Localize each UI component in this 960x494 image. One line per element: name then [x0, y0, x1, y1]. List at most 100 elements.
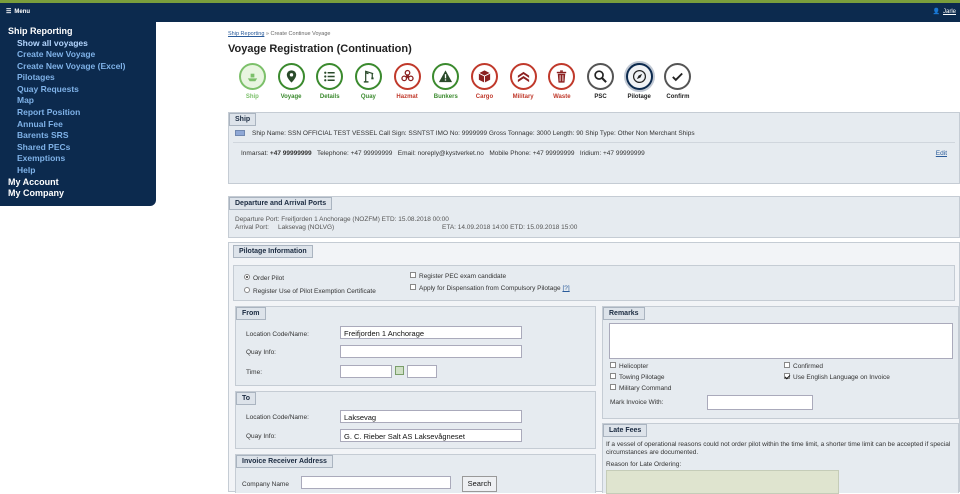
sidebar-item-exemptions[interactable]: Exemptions	[8, 153, 156, 165]
ship-edit-link[interactable]: Edit	[936, 150, 947, 157]
step-label: Voyage	[280, 94, 302, 100]
breadcrumb-current: Create Continue Voyage	[270, 31, 331, 37]
step-hazmat[interactable]: Hazmat	[388, 63, 427, 100]
step-military[interactable]: Military	[504, 63, 543, 100]
sidebar-item-map[interactable]: Map	[8, 95, 156, 107]
english-invoice-option[interactable]: Use English Language on Invoice	[784, 373, 890, 381]
list-icon	[324, 71, 335, 82]
ship-contact-line: Inmarsat: +47 99999999 Telephone: +47 99…	[241, 150, 645, 157]
biohazard-icon	[400, 69, 414, 82]
from-panel: From Location Code/Name: Freifjorden 1 A…	[235, 306, 596, 386]
remarks-textarea[interactable]	[609, 323, 953, 359]
ports-panel-header: Departure and Arrival Ports	[229, 197, 333, 210]
step-ship[interactable]: Ship	[233, 63, 272, 100]
register-pec-radio[interactable]	[244, 287, 250, 294]
pec-candidate-checkbox[interactable]	[410, 272, 416, 279]
checkmark-icon	[672, 72, 684, 82]
menu-button[interactable]: ☰ Menu	[6, 8, 31, 16]
remarks-panel-header: Remarks	[603, 307, 645, 320]
warning-icon	[439, 70, 453, 83]
late-fees-text: If a vessel of operational reasons could…	[606, 441, 951, 456]
step-cargo[interactable]: Cargo	[465, 63, 504, 100]
order-pilot-radio[interactable]	[244, 274, 250, 281]
invoice-panel-header: Invoice Receiver Address	[236, 455, 333, 468]
page-title: Voyage Registration (Continuation)	[228, 43, 412, 55]
user-menu[interactable]: 👤 Jarle	[932, 8, 957, 16]
military-option[interactable]: Military Command	[610, 384, 671, 392]
military-chevrons-icon	[517, 71, 529, 83]
to-quay-input[interactable]: G. C. Rieber Salt AS Laksevågneset	[340, 429, 522, 442]
user-icon: 👤	[932, 9, 940, 15]
sidebar-item-barents-srs[interactable]: Barents SRS	[8, 130, 156, 142]
calendar-icon[interactable]	[395, 366, 404, 375]
step-waste[interactable]: Waste	[543, 63, 582, 100]
register-pec-option[interactable]: Register Use of Pilot Exemption Certific…	[244, 287, 376, 295]
dispensation-option[interactable]: Apply for Dispensation from Compulsory P…	[410, 284, 570, 292]
late-reason-textarea[interactable]	[606, 470, 839, 494]
cargo-box-icon	[478, 70, 491, 83]
to-location-input[interactable]: Laksevag	[340, 410, 522, 423]
sidebar-item-create-new-voyage[interactable]: Create New Voyage	[8, 49, 156, 61]
sidebar-section-my-account[interactable]: My Account	[8, 177, 156, 189]
sidebar-item-pilotages[interactable]: Pilotages	[8, 72, 156, 84]
from-location-label: Location Code/Name:	[246, 331, 309, 338]
sidebar-item-report-position[interactable]: Report Position	[8, 107, 156, 119]
dispensation-checkbox[interactable]	[410, 284, 416, 291]
magnifier-icon	[594, 70, 607, 83]
location-pin-icon	[286, 70, 296, 83]
company-name-input[interactable]	[301, 476, 451, 489]
step-label: Confirm	[666, 94, 690, 100]
ship-panel-header: Ship	[229, 113, 257, 126]
sidebar-item-annual-fee[interactable]: Annual Fee	[8, 119, 156, 131]
step-confirm[interactable]: Confirm	[659, 63, 698, 100]
from-quay-input[interactable]	[340, 345, 522, 358]
sidebar-section-my-company[interactable]: My Company	[8, 188, 156, 200]
towing-checkbox[interactable]	[610, 373, 616, 380]
helicopter-checkbox[interactable]	[610, 362, 616, 369]
invoice-receiver-panel: Invoice Receiver Address Company Name Se…	[235, 454, 596, 493]
from-location-input[interactable]: Freifjorden 1 Anchorage	[340, 326, 522, 339]
step-psc[interactable]: PSC	[581, 63, 620, 100]
step-label: Military	[512, 94, 534, 100]
step-label: Waste	[553, 94, 571, 100]
from-time-input[interactable]	[407, 365, 437, 378]
remarks-panel: Remarks Helicopter Towing Pilotage Milit…	[602, 306, 959, 419]
hamburger-icon: ☰	[6, 9, 12, 15]
from-date-input[interactable]	[340, 365, 392, 378]
sidebar-section-ship-reporting[interactable]: Ship Reporting	[8, 26, 156, 38]
step-pilotage[interactable]: Pilotage	[620, 63, 659, 100]
to-quay-label: Quay Info:	[246, 433, 276, 440]
from-panel-header: From	[236, 307, 266, 320]
menu-label: Menu	[14, 8, 31, 15]
step-details[interactable]: Details	[310, 63, 349, 100]
confirmed-option[interactable]: Confirmed	[784, 362, 823, 370]
military-checkbox[interactable]	[610, 384, 616, 391]
sidebar-item-quay-requests[interactable]: Quay Requests	[8, 84, 156, 96]
step-quay[interactable]: Quay	[349, 63, 388, 100]
dispensation-help-link[interactable]: [?]	[562, 285, 569, 292]
company-name-label: Company Name	[242, 481, 289, 488]
step-label: Cargo	[475, 94, 494, 100]
english-invoice-checkbox[interactable]	[784, 373, 790, 380]
sidebar-item-shared-pecs[interactable]: Shared PECs	[8, 142, 156, 154]
helicopter-option[interactable]: Helicopter	[610, 362, 648, 370]
to-panel-header: To	[236, 392, 257, 405]
step-label: Quay	[360, 94, 376, 100]
search-button[interactable]: Search	[462, 476, 497, 492]
from-time-label: Time:	[246, 369, 263, 376]
step-voyage[interactable]: Voyage	[272, 63, 311, 100]
sidebar-item-help[interactable]: Help	[8, 165, 156, 177]
breadcrumb-link-ship-reporting[interactable]: Ship Reporting	[228, 31, 264, 37]
pec-candidate-option[interactable]: Register PEC exam candidate	[410, 272, 506, 280]
arrival-port-line: Arrival Port: Laksevag (NOLVG)	[235, 224, 335, 231]
towing-option[interactable]: Towing Pilotage	[610, 373, 665, 381]
mark-invoice-input[interactable]	[707, 395, 813, 410]
confirmed-checkbox[interactable]	[784, 362, 790, 369]
departure-port-line: Departure Port: Freifjorden 1 Anchorage …	[235, 216, 449, 223]
late-reason-label: Reason for Late Ordering:	[606, 461, 682, 468]
sidebar-item-show-all-voyages[interactable]: Show all voyages	[8, 38, 156, 50]
order-pilot-option[interactable]: Order Pilot	[244, 274, 284, 282]
step-bunkers[interactable]: Bunkers	[426, 63, 465, 100]
step-label: PSC	[594, 94, 607, 100]
sidebar-item-create-new-voyage-excel[interactable]: Create New Voyage (Excel)	[8, 61, 156, 73]
